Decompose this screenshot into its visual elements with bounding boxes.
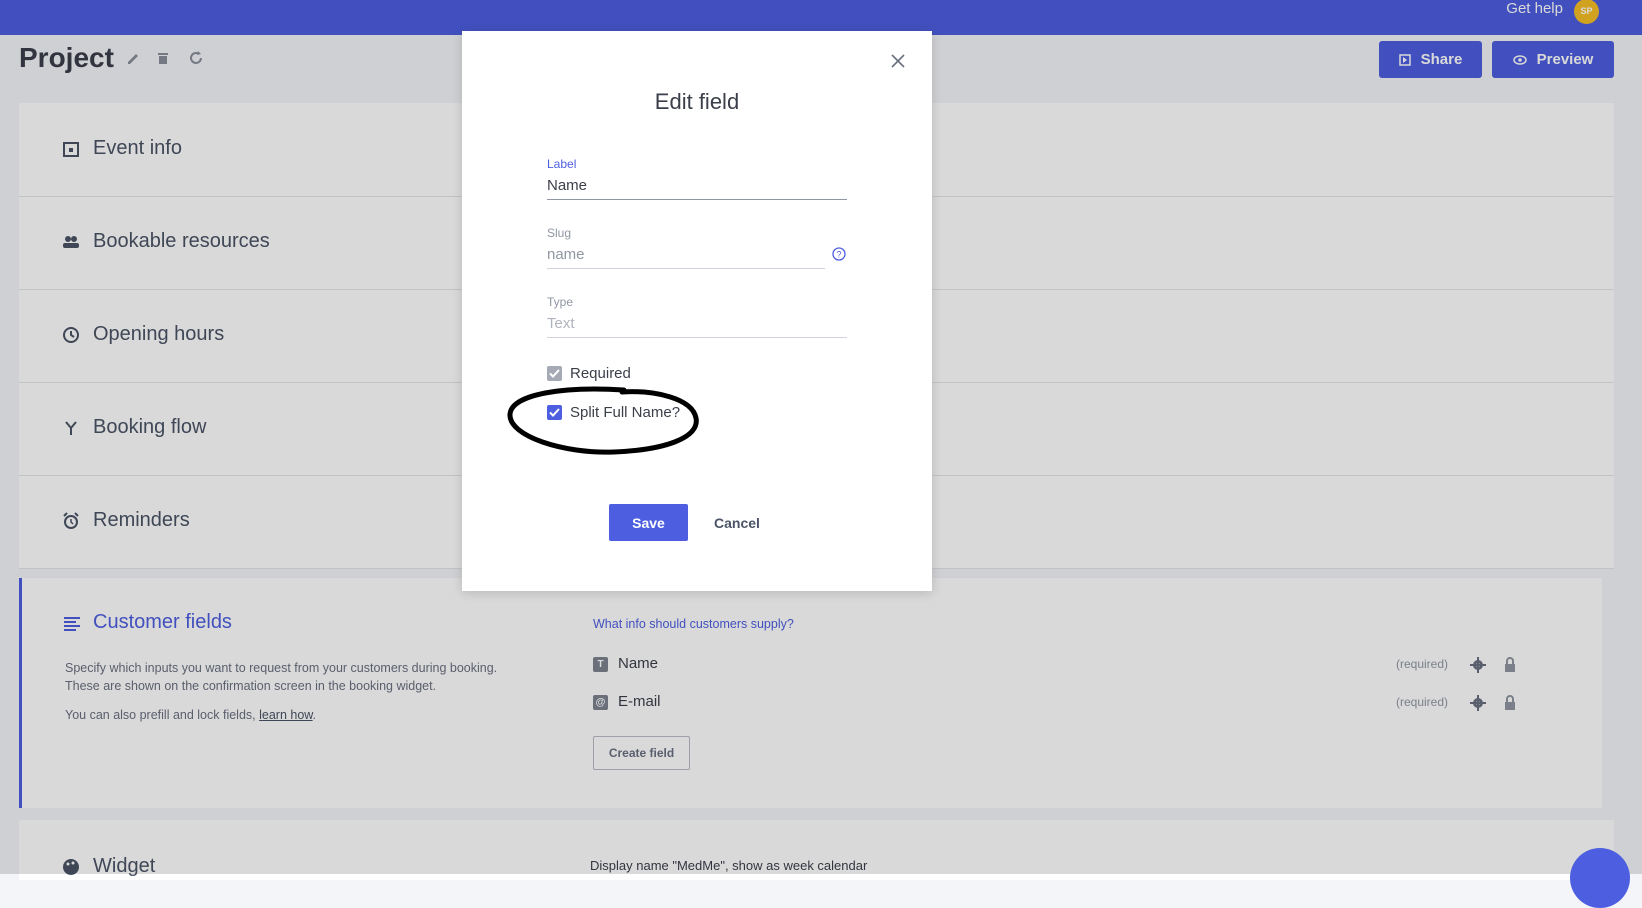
type-input: Text <box>547 315 575 332</box>
save-button[interactable]: Save <box>609 504 688 541</box>
svg-text:?: ? <box>836 250 841 260</box>
slug-input-underline <box>547 268 825 269</box>
label-input-underline <box>547 199 847 200</box>
required-checkbox <box>547 366 562 381</box>
close-icon[interactable] <box>890 53 906 69</box>
label-input[interactable]: Name <box>547 177 587 194</box>
help-icon[interactable]: ? <box>832 247 846 261</box>
cancel-button[interactable]: Cancel <box>714 504 760 541</box>
slug-caption: Slug <box>547 226 572 240</box>
hand-drawn-circle-annotation <box>507 386 699 455</box>
chat-bubble-button[interactable] <box>1570 848 1630 908</box>
modal-title: Edit field <box>654 89 740 114</box>
slug-input[interactable]: name <box>547 246 585 263</box>
check-icon <box>549 369 560 378</box>
edit-field-modal: Edit field Label Name Slug name ? Type T… <box>462 31 932 591</box>
label-caption: Label <box>547 157 577 171</box>
type-input-underline <box>547 337 847 338</box>
type-caption: Type <box>547 295 574 309</box>
required-label: Required <box>570 365 631 382</box>
